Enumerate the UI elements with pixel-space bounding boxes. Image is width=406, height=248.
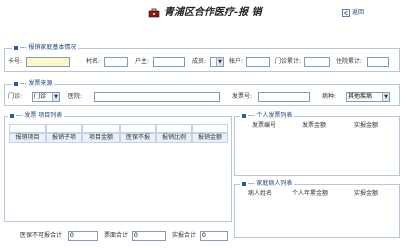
clinic-select[interactable]: 门诊 ▼ [32,92,60,102]
invoice-no-input[interactable] [258,92,310,102]
invoice-total-input[interactable]: 0 [132,231,166,241]
section-bullet-icon [242,113,246,118]
items-table-top-row [82,124,120,133]
invoice-total-label: 票面合计 [104,232,129,239]
inpatient-total-label: 住院累计: [336,58,363,65]
chevron-down-icon: ▼ [382,93,389,101]
items-table-top-row [9,124,46,133]
invoice-no-label: 发票号: [232,93,253,100]
section-bullet-icon [10,113,14,118]
disease-label: 病种: [322,93,337,100]
basic-info-legend: --- 报销家庭基本情况 [12,44,79,52]
family-col-header: 病人姓名 [248,190,273,197]
family-col-header: 实报金额 [354,190,379,197]
family-patients-legend: --- 家庭病人列表 [240,180,295,188]
items-table-top-row [46,124,82,133]
section-bullet-icon [14,45,18,50]
items-col-header: 项目金额 [82,133,120,143]
householder-input[interactable] [153,57,185,67]
invoice-source-legend: --- 发票来源 [12,80,55,88]
personal-col-header: 发票金额 [302,122,327,129]
section-bullet-icon [14,81,18,86]
chevron-down-icon: ▼ [52,93,59,101]
items-table-top-row [192,124,228,133]
actual-total-input[interactable]: 0 [200,231,228,241]
invoice-items-legend: --- 发票 项目列表 [8,112,65,120]
page-title: 青浦区合作医疗-报 销 [164,7,262,18]
clinic-label: 门诊: [8,93,23,100]
items-table-top-row [120,124,156,133]
personal-invoices-legend: --- 个人发票列表 [240,112,295,120]
actual-total-label: 实报合计 [172,232,197,239]
chevron-down-icon: ▼ [216,58,223,66]
items-col-header: 报销项目 [9,133,46,143]
outpatient-total-input[interactable] [304,57,330,67]
village-input[interactable] [104,57,128,67]
items-col-header: 报销比例 [156,133,192,143]
header-icon [148,8,160,18]
card-input[interactable] [26,57,70,67]
hospital-label: 医院: [68,93,83,100]
section-bullet-icon [242,181,246,186]
card-label: 卡号: [8,58,23,65]
personal-col-header: 发票编号 [252,122,277,129]
back-icon[interactable] [342,9,350,17]
account-input[interactable] [246,57,270,67]
member-select[interactable]: ▼ [210,57,224,67]
householder-label: 户主: [135,58,150,65]
personal-col-header: 实报金额 [354,122,379,129]
items-col-header: 医保不报 [120,133,156,143]
items-table-top-row [156,124,192,133]
non-reimbursable-total-label: 医保不可报合计 [20,232,63,239]
disease-select[interactable]: 其他疾病 ▼ [346,92,390,102]
back-button[interactable]: 返回 [352,9,364,17]
member-label: 成员: [192,58,207,65]
outpatient-total-label: 门诊累计: [275,58,302,65]
non-reimbursable-total-input[interactable]: 0 [68,231,98,241]
items-col-header: 报销金额 [192,133,228,143]
hospital-input[interactable] [94,92,220,102]
account-label: 帐户: [229,58,244,65]
items-col-header: 报销子项 [46,133,82,143]
family-col-header: 个人年累金额 [292,190,329,197]
inpatient-total-input[interactable] [367,57,389,67]
village-label: 村名: [86,58,101,65]
